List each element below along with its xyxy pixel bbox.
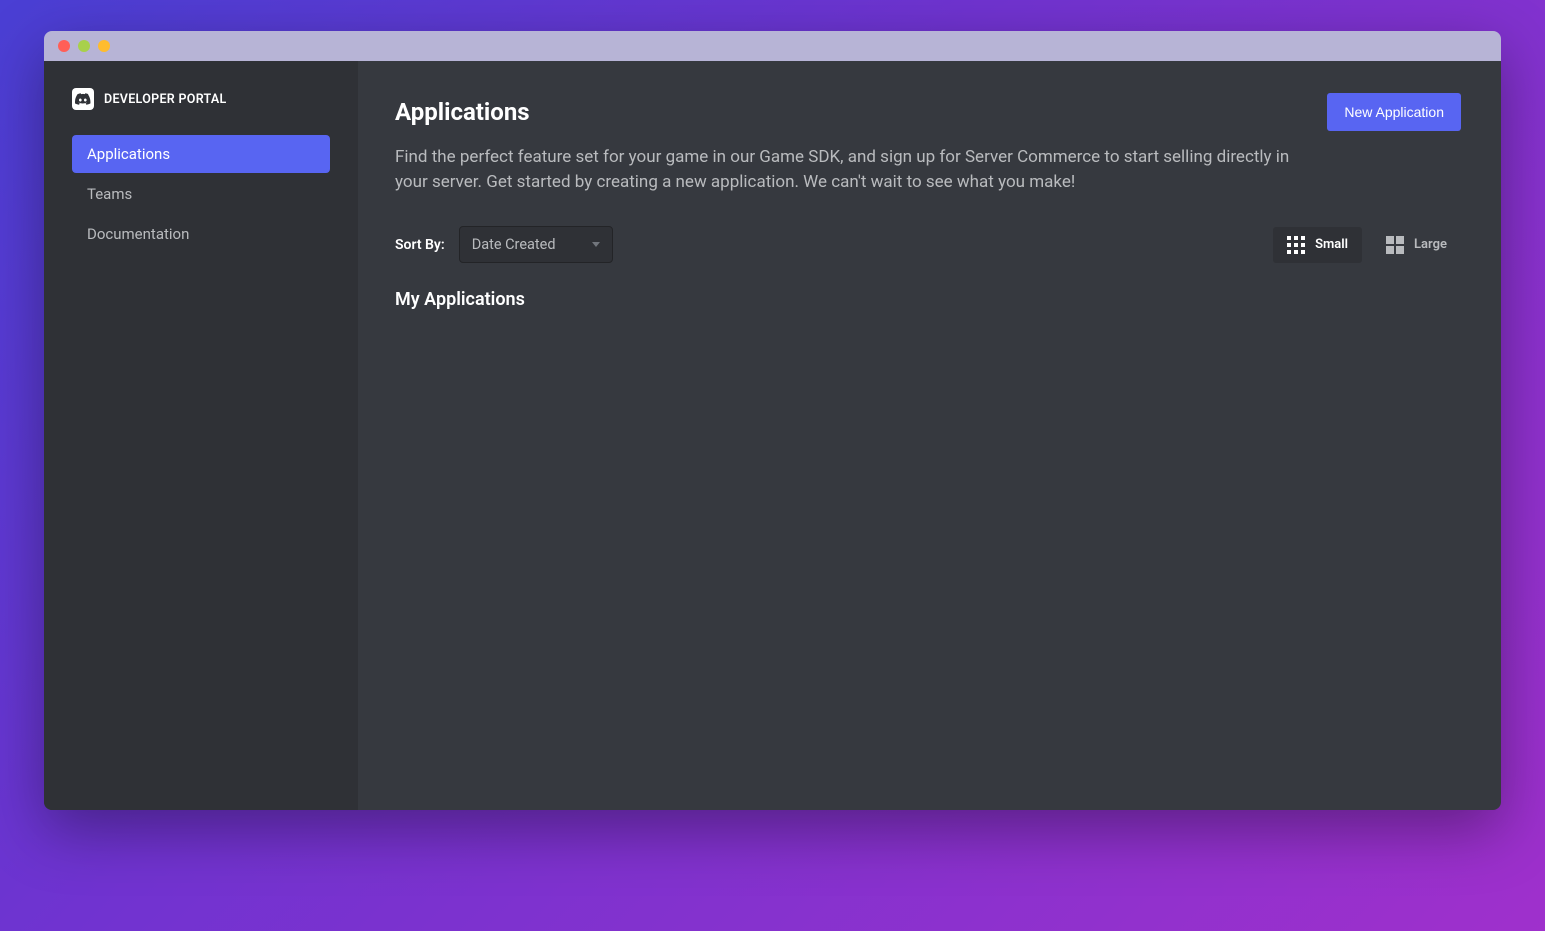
grid-small-icon: [1287, 236, 1305, 254]
sidebar: DEVELOPER PORTAL Applications Teams Docu…: [44, 61, 358, 810]
view-toggle-large[interactable]: Large: [1372, 227, 1461, 263]
grid-large-icon: [1386, 236, 1404, 254]
sort-select[interactable]: Date Created: [459, 226, 613, 263]
discord-logo-icon: [72, 88, 94, 110]
sort-select-value: Date Created: [472, 236, 556, 253]
page-description: Find the perfect feature set for your ga…: [395, 145, 1295, 194]
sidebar-item-documentation[interactable]: Documentation: [72, 215, 330, 253]
view-toggles: Small Large: [1273, 227, 1461, 263]
app-body: DEVELOPER PORTAL Applications Teams Docu…: [44, 61, 1501, 810]
new-application-button[interactable]: New Application: [1327, 93, 1461, 131]
view-toggle-small-label: Small: [1315, 237, 1348, 252]
controls-row: Sort By: Date Created: [395, 226, 1461, 263]
window-titlebar: [44, 31, 1501, 61]
sort-group: Sort By: Date Created: [395, 226, 613, 263]
view-toggle-large-label: Large: [1414, 237, 1447, 252]
window-maximize-button[interactable]: [98, 40, 110, 52]
brand: DEVELOPER PORTAL: [72, 88, 330, 110]
app-window: DEVELOPER PORTAL Applications Teams Docu…: [44, 31, 1501, 810]
brand-label: DEVELOPER PORTAL: [104, 92, 227, 107]
sidebar-item-teams[interactable]: Teams: [72, 175, 330, 213]
sort-label: Sort By:: [395, 237, 445, 253]
section-title: My Applications: [395, 289, 1461, 310]
window-minimize-button[interactable]: [78, 40, 90, 52]
window-close-button[interactable]: [58, 40, 70, 52]
main-content: Applications New Application Find the pe…: [358, 61, 1501, 810]
page-title: Applications: [395, 98, 530, 126]
chevron-down-icon: [592, 242, 600, 247]
sidebar-item-applications[interactable]: Applications: [72, 135, 330, 173]
header-row: Applications New Application: [395, 93, 1461, 131]
view-toggle-small[interactable]: Small: [1273, 227, 1362, 263]
